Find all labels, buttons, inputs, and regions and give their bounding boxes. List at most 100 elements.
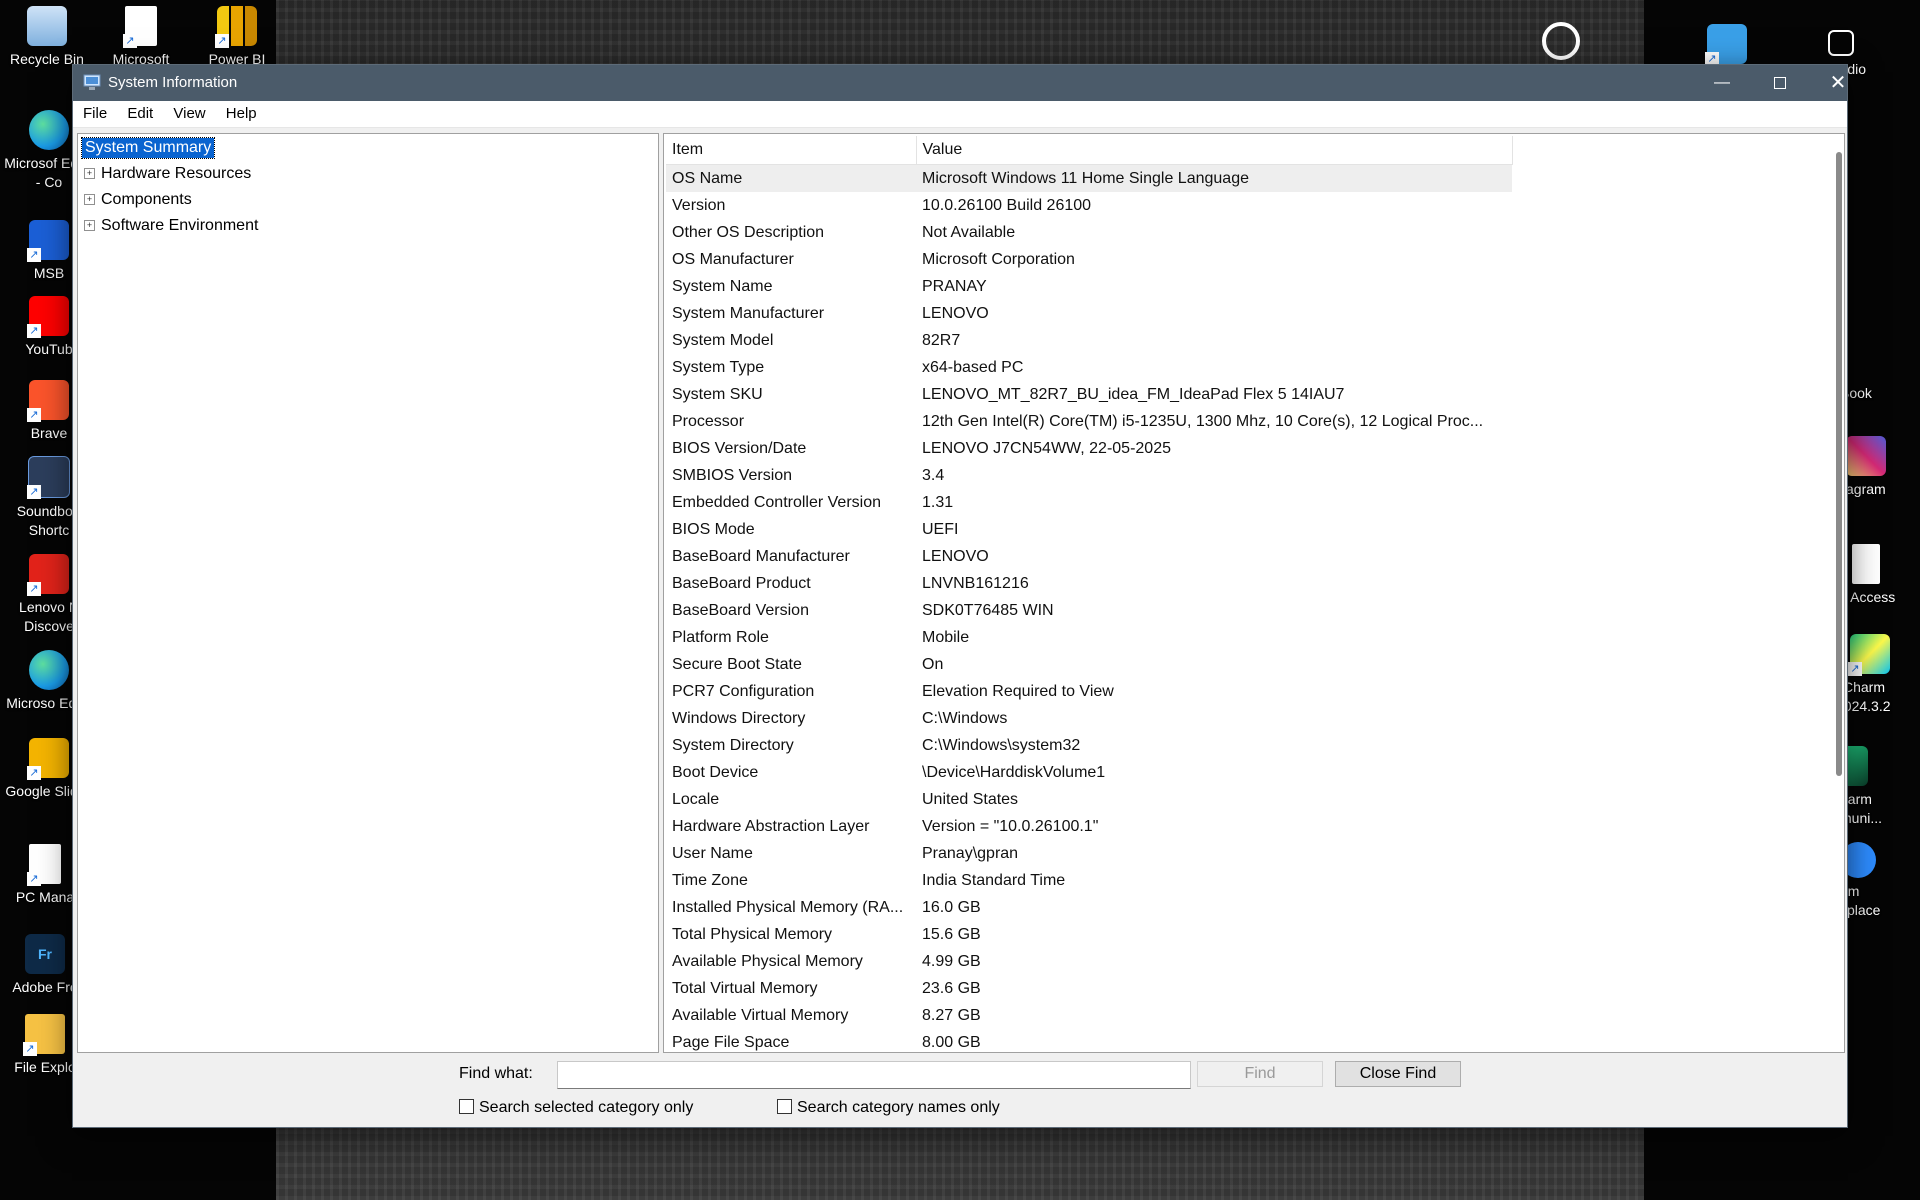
category-tree[interactable]: System Summary + Hardware Resources + Comp… bbox=[77, 133, 659, 1053]
table-row[interactable]: System Directory C:\Windows\system32 bbox=[666, 732, 1512, 759]
table-row[interactable]: System Manufacturer LENOVO bbox=[666, 300, 1512, 327]
row-value: C:\Windows bbox=[922, 709, 1008, 727]
table-row[interactable]: Installed Physical Memory (RA... 16.0 GB bbox=[666, 894, 1512, 921]
details-table: Item Value OS Name Microsoft Windows 11 H… bbox=[666, 136, 1513, 1052]
minimize-button[interactable]: — bbox=[1693, 65, 1751, 101]
table-row[interactable]: OS Name Microsoft Windows 11 Home Single … bbox=[666, 164, 1512, 192]
expand-icon[interactable]: + bbox=[84, 168, 95, 180]
table-row[interactable]: BIOS Version/Date LENOVO J7CN54WW, 22-05-… bbox=[666, 435, 1512, 462]
desktop-icon-helper[interactable]: ↗ bbox=[1682, 24, 1772, 68]
menu-file[interactable]: File bbox=[81, 101, 115, 127]
desktop-icon-microsoft[interactable]: ↗ Microsoft bbox=[96, 6, 186, 69]
close-find-button[interactable]: Close Find bbox=[1335, 1061, 1461, 1087]
menu-edit[interactable]: Edit bbox=[125, 101, 161, 127]
table-row[interactable]: Other OS Description Not Available bbox=[666, 219, 1512, 246]
menu-help[interactable]: Help bbox=[224, 101, 265, 127]
expand-icon[interactable]: + bbox=[84, 220, 95, 232]
table-row[interactable]: System Type x64-based PC bbox=[666, 354, 1512, 381]
desktop-icon-zoom[interactable]: om xplace bbox=[1840, 842, 1920, 920]
row-item: Available Physical Memory bbox=[672, 952, 863, 970]
find-what-input[interactable] bbox=[557, 1061, 1191, 1089]
close-button[interactable]: ✕ bbox=[1809, 65, 1867, 101]
table-row[interactable]: Boot Device \Device\HarddiskVolume1 bbox=[666, 759, 1512, 786]
row-value: 3.4 bbox=[922, 466, 945, 484]
table-row[interactable]: Version 10.0.26100 Build 26100 bbox=[666, 192, 1512, 219]
table-row[interactable]: Embedded Controller Version 1.31 bbox=[666, 489, 1512, 516]
column-header-value[interactable]: Value bbox=[916, 136, 1513, 165]
table-row[interactable]: Total Virtual Memory 23.6 GB bbox=[666, 975, 1512, 1002]
row-value: PRANAY bbox=[922, 277, 987, 295]
row-value: \Device\HarddiskVolume1 bbox=[922, 763, 1106, 781]
studio-icon bbox=[1828, 30, 1854, 56]
desktop-icon-book[interactable]: Book bbox=[1840, 384, 1900, 403]
table-row[interactable]: Secure Boot State On bbox=[666, 651, 1512, 678]
title-bar[interactable]: System Information — ✕ bbox=[73, 65, 1847, 101]
row-value: Mobile bbox=[922, 628, 970, 646]
table-row[interactable]: PCR7 Configuration Elevation Required to … bbox=[666, 678, 1512, 705]
table-row[interactable]: Platform Role Mobile bbox=[666, 624, 1512, 651]
table-row[interactable]: System SKU LENOVO_MT_82R7_BU_idea_FM_Idea… bbox=[666, 381, 1512, 408]
tree-item-components[interactable]: + Components bbox=[84, 189, 192, 211]
tree-item-software-environment[interactable]: + Software Environment bbox=[84, 215, 258, 237]
checkbox-icon[interactable] bbox=[777, 1099, 792, 1114]
tree-item-hardware-resources[interactable]: + Hardware Resources bbox=[84, 163, 251, 185]
row-item: Embedded Controller Version bbox=[672, 493, 882, 511]
close-icon: ✕ bbox=[1829, 72, 1847, 94]
table-row[interactable]: Available Virtual Memory 8.27 GB bbox=[666, 1002, 1512, 1029]
vertical-scrollbar[interactable] bbox=[1836, 152, 1842, 776]
table-row[interactable]: BaseBoard Manufacturer LENOVO bbox=[666, 543, 1512, 570]
desktop-icon-recycle-bin[interactable]: Recycle Bin bbox=[2, 6, 92, 69]
table-row[interactable]: Page File Space 8.00 GB bbox=[666, 1029, 1512, 1052]
row-value: 10.0.26100 Build 26100 bbox=[922, 196, 1092, 214]
row-value: UEFI bbox=[922, 520, 959, 538]
table-row[interactable]: Total Physical Memory 15.6 GB bbox=[666, 921, 1512, 948]
row-item: BaseBoard Manufacturer bbox=[672, 547, 850, 565]
search-selected-category-checkbox[interactable]: Search selected category only bbox=[459, 1097, 693, 1119]
menu-view[interactable]: View bbox=[171, 101, 213, 127]
row-item: BIOS Mode bbox=[672, 520, 755, 538]
desktop-icon-power-bi[interactable]: ↗ Power BI bbox=[192, 6, 282, 69]
table-row[interactable]: System Name PRANAY bbox=[666, 273, 1512, 300]
row-value: SDK0T76485 WIN bbox=[922, 601, 1054, 619]
details-pane[interactable]: Item Value OS Name Microsoft Windows 11 H… bbox=[663, 133, 1845, 1053]
row-item: System Name bbox=[672, 277, 773, 295]
column-header-item[interactable]: Item bbox=[666, 136, 917, 165]
desktop-icon-pycharm[interactable]: ↗ yCharm 2024.3.2 bbox=[1836, 634, 1920, 716]
table-row[interactable]: BIOS Mode UEFI bbox=[666, 516, 1512, 543]
table-row[interactable]: BaseBoard Version SDK0T76485 WIN bbox=[666, 597, 1512, 624]
desktop-icon-pycharm-community[interactable]: harm muni... bbox=[1840, 746, 1920, 828]
row-value: C:\Windows\system32 bbox=[922, 736, 1081, 754]
brave-icon: ↗ bbox=[27, 380, 69, 422]
msb-icon: ↗ bbox=[27, 220, 69, 262]
blocked-icon bbox=[1542, 22, 1580, 60]
maximize-button[interactable] bbox=[1751, 65, 1809, 101]
table-row[interactable]: Locale United States bbox=[666, 786, 1512, 813]
table-row[interactable]: Hardware Abstraction Layer Version = "10.… bbox=[666, 813, 1512, 840]
row-value: 4.99 GB bbox=[922, 952, 981, 970]
tree-item-system-summary[interactable]: System Summary bbox=[80, 137, 216, 159]
folder-icon: ↗ bbox=[23, 1014, 65, 1056]
row-value: Pranay\gpran bbox=[922, 844, 1019, 862]
desktop-icon-instagram[interactable]: agram bbox=[1846, 436, 1920, 499]
desktop-icon-access[interactable]: y Access bbox=[1840, 544, 1920, 607]
soundbooth-icon: ↗ bbox=[27, 456, 70, 499]
table-row[interactable]: Time Zone India Standard Time bbox=[666, 867, 1512, 894]
checkbox-icon[interactable] bbox=[459, 1099, 474, 1114]
expand-icon[interactable]: + bbox=[84, 194, 95, 206]
row-value: x64-based PC bbox=[922, 358, 1024, 376]
table-row[interactable]: Processor 12th Gen Intel(R) Core(TM) i5-1… bbox=[666, 408, 1512, 435]
row-item: Processor bbox=[672, 412, 745, 430]
table-row[interactable]: User Name Pranay\gpran bbox=[666, 840, 1512, 867]
table-row[interactable]: Windows Directory C:\Windows bbox=[666, 705, 1512, 732]
table-row[interactable]: System Model 82R7 bbox=[666, 327, 1512, 354]
find-what-label: Find what: bbox=[459, 1065, 533, 1082]
table-row[interactable]: SMBIOS Version 3.4 bbox=[666, 462, 1512, 489]
row-item: Platform Role bbox=[672, 628, 769, 646]
table-row[interactable]: Available Physical Memory 4.99 GB bbox=[666, 948, 1512, 975]
table-row[interactable]: BaseBoard Product LNVNB161216 bbox=[666, 570, 1512, 597]
row-value: India Standard Time bbox=[922, 871, 1066, 889]
table-row[interactable]: OS Manufacturer Microsoft Corporation bbox=[666, 246, 1512, 273]
search-category-names-checkbox[interactable]: Search category names only bbox=[777, 1097, 1000, 1119]
find-button[interactable]: Find bbox=[1197, 1061, 1323, 1087]
minimize-icon: — bbox=[1714, 74, 1730, 91]
